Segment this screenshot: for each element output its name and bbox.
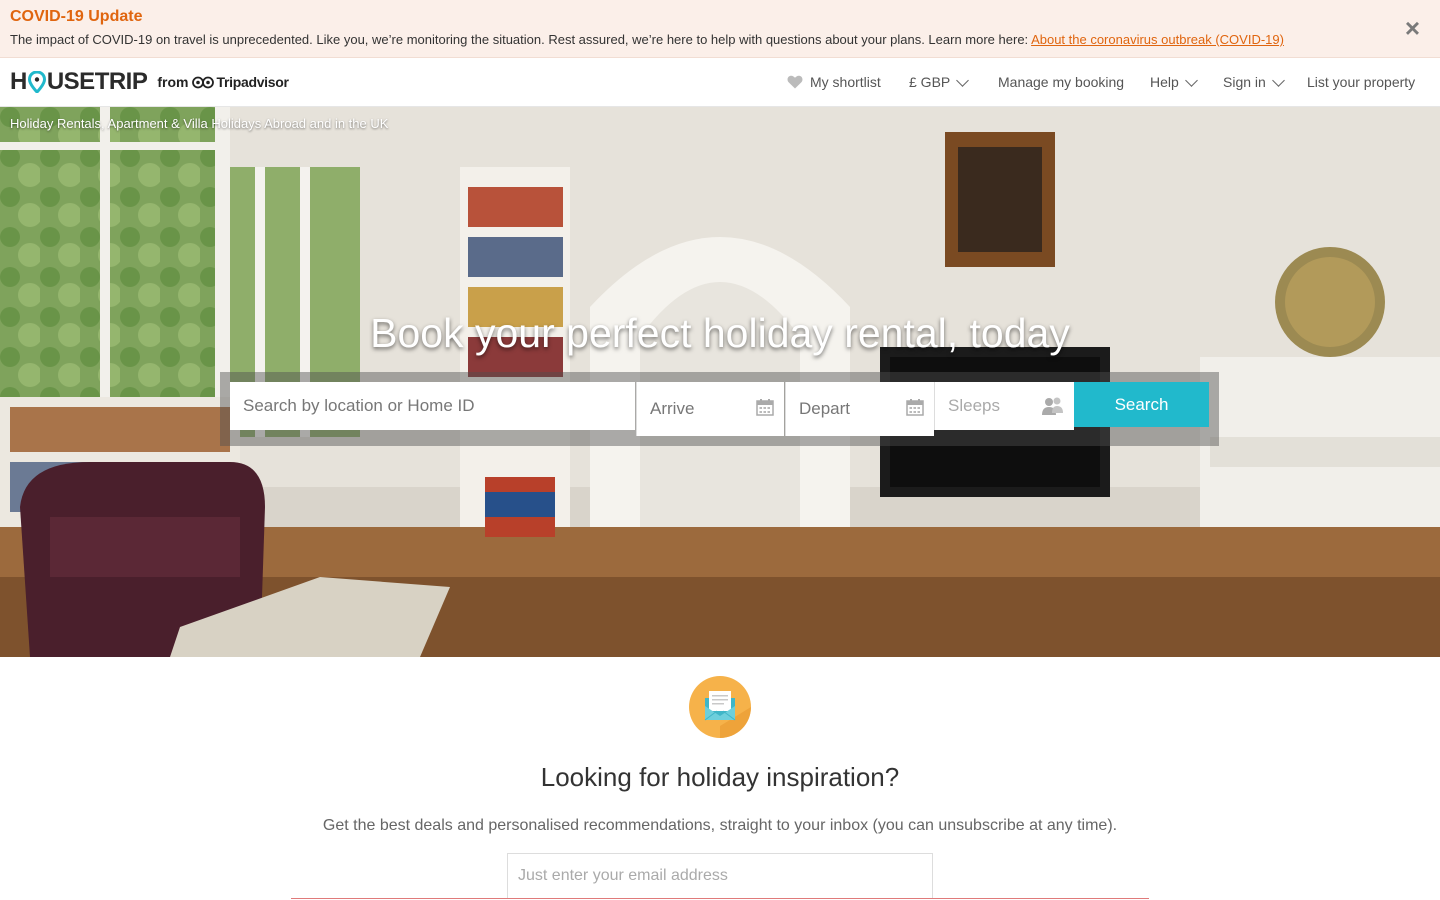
newsletter-title: Looking for holiday inspiration? bbox=[540, 762, 900, 792]
nav-manage-booking[interactable]: Manage my booking bbox=[998, 74, 1124, 90]
tripadvisor-badge: from Tripadvisor bbox=[157, 74, 289, 90]
nav-signin-label: Sign in bbox=[1223, 74, 1266, 90]
nav-shortlist-label: My shortlist bbox=[810, 74, 881, 90]
chevron-down-icon bbox=[1184, 74, 1198, 87]
heart-icon bbox=[787, 75, 803, 89]
nav-list-property-label: List your property bbox=[1307, 74, 1416, 90]
envelope-icon bbox=[689, 676, 751, 738]
depart-field[interactable] bbox=[785, 382, 934, 436]
logo-from-text: from bbox=[157, 74, 189, 90]
logo-text-right: USETRIP bbox=[46, 68, 148, 95]
logo-text-left: H bbox=[10, 68, 27, 95]
tripadvisor-owl-icon bbox=[192, 76, 215, 89]
guests-icon bbox=[1042, 397, 1063, 415]
close-icon[interactable]: × bbox=[1405, 15, 1420, 41]
covid-info-link[interactable]: About the coronavirus outbreak (COVID-19… bbox=[1031, 32, 1284, 47]
nav-manage-label: Manage my booking bbox=[998, 74, 1125, 90]
nav-list-property[interactable]: List your property bbox=[1307, 74, 1415, 90]
covid-title: COVID-19 Update bbox=[10, 8, 143, 25]
breadcrumb: Holiday Rentals, Apartment & Villa Holid… bbox=[10, 116, 389, 131]
hero-section: Holiday Rentals, Apartment & Villa Holid… bbox=[0, 107, 1440, 657]
nav-help[interactable]: Help bbox=[1150, 74, 1198, 90]
nav-currency-label: £ GBP bbox=[909, 74, 951, 90]
site-logo[interactable]: H USETRIP from Tripadvisor bbox=[10, 68, 289, 96]
nav-help-label: Help bbox=[1150, 74, 1179, 90]
location-input[interactable] bbox=[230, 382, 635, 430]
arrive-field[interactable] bbox=[636, 382, 784, 436]
calendar-icon bbox=[906, 399, 924, 416]
email-field[interactable] bbox=[507, 853, 933, 899]
covid-text: The impact of COVID-19 on travel is unpr… bbox=[10, 32, 1284, 47]
newsletter-divider bbox=[291, 898, 1149, 899]
chevron-down-icon bbox=[956, 74, 970, 87]
nav-shortlist[interactable]: My shortlist bbox=[787, 74, 881, 90]
hero-title: Book your perfect holiday rental, today bbox=[370, 310, 1070, 356]
covid-banner: COVID-19 Update The impact of COVID-19 o… bbox=[0, 0, 1440, 58]
nav-sign-in[interactable]: Sign in bbox=[1223, 74, 1285, 90]
newsletter-description: Get the best deals and personalised reco… bbox=[322, 817, 1118, 834]
covid-message: The impact of COVID-19 on travel is unpr… bbox=[10, 32, 1032, 47]
housetrip-wordmark: H USETRIP bbox=[10, 68, 148, 96]
chevron-down-icon bbox=[1271, 74, 1285, 87]
sleeps-field[interactable] bbox=[934, 382, 1074, 430]
search-button[interactable]: Search bbox=[1074, 382, 1209, 427]
email-input[interactable] bbox=[508, 854, 932, 898]
calendar-icon bbox=[756, 399, 774, 416]
location-field[interactable] bbox=[230, 382, 635, 430]
site-header: H USETRIP from Tripadvisor My shortlist … bbox=[0, 58, 1440, 107]
nav-currency[interactable]: £ GBP bbox=[909, 74, 970, 90]
logo-partner-text: Tripadvisor bbox=[216, 74, 289, 90]
search-bar: Search bbox=[220, 372, 1219, 446]
location-pin-icon bbox=[27, 71, 46, 93]
